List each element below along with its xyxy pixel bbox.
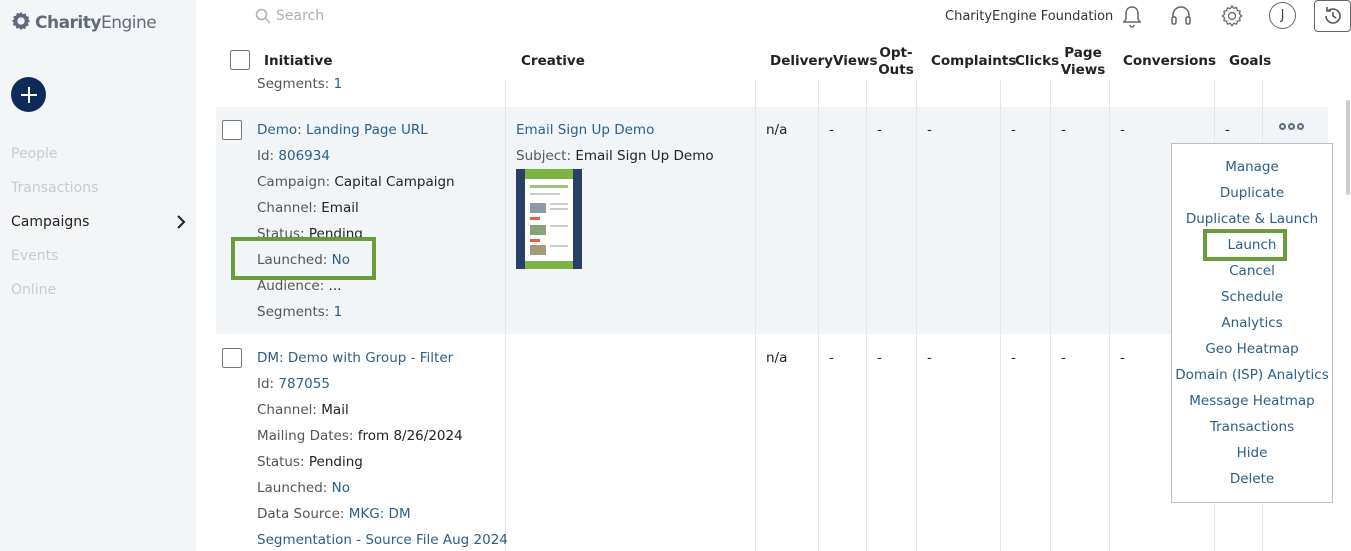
column-divider [866, 80, 867, 551]
scrollbar[interactable] [1346, 100, 1350, 195]
search-input[interactable] [276, 8, 436, 24]
menu-item-duplicate[interactable]: Duplicate [1172, 185, 1332, 201]
initiative-id: Id: 806934 [257, 148, 330, 164]
gear-icon[interactable] [1218, 2, 1246, 30]
initiative-audience: Audience: ... [257, 278, 342, 294]
logo-text: CharityEngine [35, 13, 157, 33]
header-optouts[interactable]: Opt- Outs [876, 45, 916, 79]
initiative-mailing-dates: Mailing Dates: from 8/26/2024 [257, 428, 463, 444]
initiative-status: Status: Pending [257, 454, 363, 470]
initiative-launched: Launched: No [257, 480, 350, 496]
column-divider [916, 80, 917, 551]
creative-name-link[interactable]: Email Sign Up Demo [516, 122, 654, 138]
initiative-channel: Channel: Email [257, 200, 359, 216]
menu-item-message-heatmap[interactable]: Message Heatmap [1172, 393, 1332, 409]
row3-views: - [829, 350, 834, 366]
menu-item-geo-heatmap[interactable]: Geo Heatmap [1172, 341, 1332, 357]
row-checkbox[interactable] [222, 120, 242, 140]
data-source-link[interactable]: Segmentation - Source File Aug 2024 [257, 532, 508, 548]
sidebar-item-campaigns[interactable]: Campaigns [11, 214, 89, 230]
sidebar-item-transactions[interactable]: Transactions [11, 180, 98, 196]
column-divider [818, 80, 819, 551]
header-goals[interactable]: Goals [1229, 53, 1271, 69]
row2-pageviews: - [1061, 122, 1066, 138]
initiative-id: Id: 787055 [257, 376, 330, 392]
row2-complaints: - [927, 122, 932, 138]
row-actions-menu: Manage Duplicate Duplicate & Launch Laun… [1171, 143, 1333, 503]
creative-thumbnail[interactable] [516, 169, 582, 269]
bell-icon[interactable] [1118, 2, 1146, 30]
header-page-views[interactable]: Page Views [1060, 45, 1106, 79]
column-divider [1050, 80, 1051, 551]
column-divider [1109, 80, 1110, 551]
sidebar-item-online[interactable]: Online [11, 282, 56, 298]
initiative-name-link[interactable]: Demo: Landing Page URL [257, 122, 428, 138]
sidebar: CharityEngine People Transactions Campai… [0, 0, 196, 551]
more-options-icon[interactable] [1279, 123, 1304, 130]
row3-clicks: - [1011, 350, 1016, 366]
history-button[interactable] [1314, 0, 1351, 32]
logo-gear-icon [10, 10, 32, 36]
search-icon [255, 8, 271, 24]
add-button[interactable] [11, 77, 46, 112]
menu-item-delete[interactable]: Delete [1172, 471, 1332, 487]
initiative-channel: Channel: Mail [257, 402, 349, 418]
avatar[interactable]: J [1269, 2, 1296, 29]
row2-views: - [829, 122, 834, 138]
highlight-launch-box [1203, 229, 1287, 261]
column-divider [1000, 80, 1001, 551]
history-icon [1324, 7, 1341, 24]
row2-optouts: - [877, 122, 882, 138]
menu-item-hide[interactable]: Hide [1172, 445, 1332, 461]
column-divider [755, 80, 756, 551]
header-initiative[interactable]: Initiative [264, 53, 333, 69]
header-complaints[interactable]: Complaints [931, 53, 1016, 69]
initiative-id-link[interactable]: 806934 [278, 148, 330, 164]
select-all-checkbox[interactable] [230, 50, 250, 70]
row2-conversions: - [1120, 122, 1125, 138]
row-checkbox[interactable] [222, 348, 242, 368]
initiative-data-source: Data Source: MKG: DM [257, 506, 411, 522]
row2-delivery: n/a [766, 122, 788, 138]
initiative-name-link[interactable]: DM: Demo with Group - Filter [257, 350, 453, 366]
header-creative[interactable]: Creative [521, 53, 585, 69]
chevron-right-icon[interactable] [174, 214, 188, 230]
sidebar-item-people[interactable]: People [11, 146, 58, 162]
search-bar[interactable] [255, 8, 436, 24]
row2-clicks: - [1011, 122, 1016, 138]
highlight-launched-box [231, 237, 376, 280]
menu-item-domain-analytics[interactable]: Domain (ISP) Analytics [1172, 367, 1332, 383]
menu-item-duplicate-launch[interactable]: Duplicate & Launch [1172, 211, 1332, 227]
organization-name[interactable]: CharityEngine Foundation [945, 9, 1113, 24]
table-row-background [216, 107, 1328, 334]
row3-conversions: - [1120, 350, 1125, 366]
row3-complaints: - [927, 350, 932, 366]
initiative-segments: Segments: 1 [257, 304, 343, 320]
initiative-id-link[interactable]: 787055 [278, 376, 330, 392]
header-clicks[interactable]: Clicks [1015, 53, 1059, 69]
menu-item-schedule[interactable]: Schedule [1172, 289, 1332, 305]
initiative-campaign: Campaign: Capital Campaign [257, 174, 455, 190]
header-conversions[interactable]: Conversions [1123, 53, 1216, 69]
row3-optouts: - [877, 350, 882, 366]
column-divider [505, 80, 506, 551]
header-delivery[interactable]: Delivery [770, 53, 833, 69]
sidebar-item-events[interactable]: Events [11, 248, 58, 264]
plus-icon [20, 86, 37, 103]
menu-item-manage[interactable]: Manage [1172, 159, 1332, 175]
row3-delivery: n/a [766, 350, 788, 366]
menu-item-transactions[interactable]: Transactions [1172, 419, 1332, 435]
logo[interactable]: CharityEngine [10, 10, 157, 36]
menu-item-cancel[interactable]: Cancel [1172, 263, 1332, 279]
headset-icon[interactable] [1167, 2, 1195, 30]
header-views[interactable]: Views [833, 53, 878, 69]
row1-segments: Segments: 1 [257, 76, 343, 92]
row3-pageviews: - [1061, 350, 1066, 366]
menu-item-analytics[interactable]: Analytics [1172, 315, 1332, 331]
row2-goals: - [1225, 122, 1230, 138]
creative-subject: Subject: Email Sign Up Demo [516, 148, 714, 164]
